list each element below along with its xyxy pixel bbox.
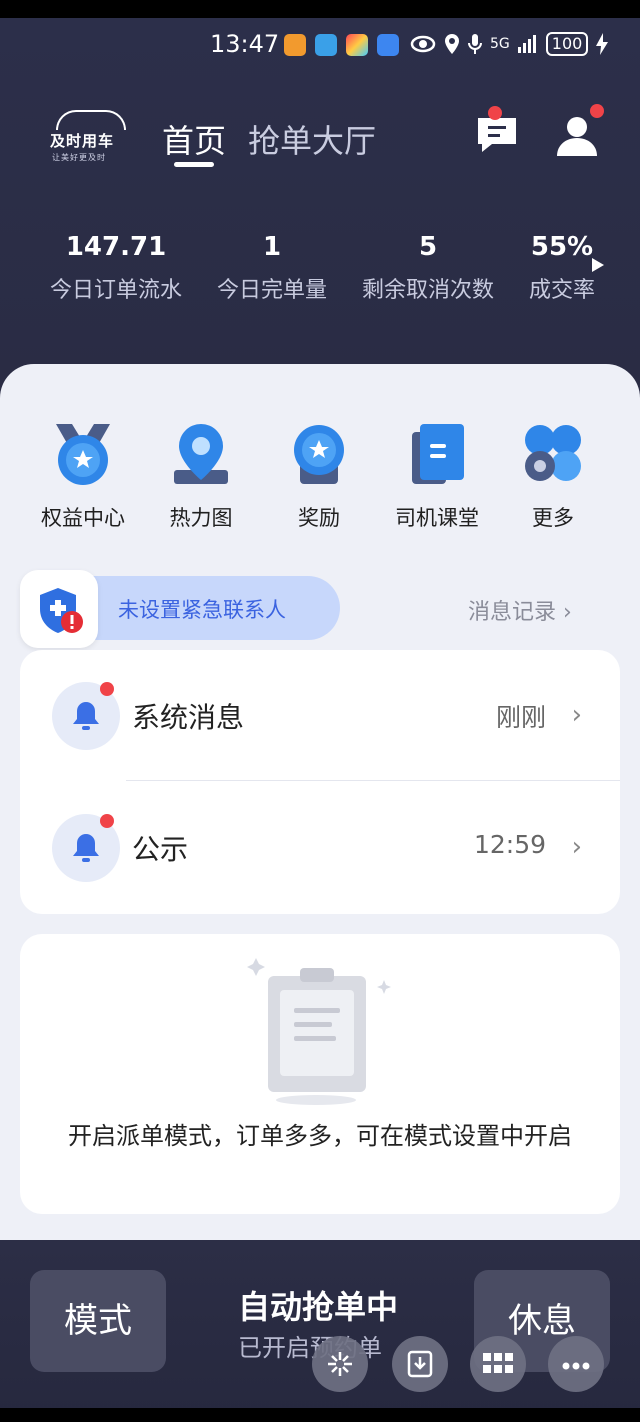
quick-action-benefits[interactable]: 权益中心: [28, 422, 138, 532]
grid-icon: [483, 1353, 513, 1373]
ellipsis-icon: [562, 1362, 590, 1370]
stat-daily-revenue[interactable]: 147.71 今日订单流水: [40, 232, 192, 304]
status-bar: 13:47 5G 100: [0, 30, 640, 64]
active-tab-indicator: [174, 162, 214, 167]
emergency-contact-pill[interactable]: 未设置紧急联系人: [60, 576, 340, 640]
profile-button[interactable]: [554, 104, 604, 158]
quick-action-label: 热力图: [169, 506, 233, 530]
car-outline-icon: [56, 110, 126, 130]
notification-dot: [590, 104, 604, 118]
stat-completed-orders[interactable]: 1 今日完单量: [208, 232, 336, 304]
emergency-contact-banner[interactable]: 未设置紧急联系人: [20, 570, 340, 648]
book-icon: [404, 422, 470, 488]
bell-icon: [52, 682, 120, 750]
quick-action-label: 权益中心: [41, 506, 125, 530]
signal-icon: [517, 35, 536, 53]
app-notification-icon: [315, 34, 337, 56]
quick-action-driver-class[interactable]: 司机课堂: [382, 422, 492, 532]
message-title: 公示: [132, 833, 189, 866]
dispatch-mode-hint: 开启派单模式，订单多多，可在模式设置中开启: [68, 1122, 572, 1150]
user-icon: [557, 117, 597, 156]
stat-label: 剩余取消次数: [361, 278, 494, 303]
quick-action-label: 奖励: [298, 506, 340, 530]
stat-value: 147.71: [65, 232, 167, 262]
bottom-action-bar: 模式 自动抢单中 已开启预约单 休息: [0, 1240, 640, 1422]
eye-icon: [410, 35, 436, 53]
brand-logo: 及时用车 让美好更及时: [50, 110, 130, 164]
more-apps-icon: [520, 422, 586, 488]
download-button[interactable]: [392, 1336, 448, 1392]
stat-value: 5: [418, 232, 438, 262]
tab-home-label: 首页: [162, 122, 227, 160]
list-item-announcement[interactable]: 公示 12:59 ›: [20, 782, 620, 914]
system-icons: 5G 100: [410, 32, 609, 56]
list-item-system-message[interactable]: 系统消息 刚刚 ›: [20, 650, 620, 782]
bell-icon: [52, 814, 120, 882]
quick-action-heatmap[interactable]: 热力图: [146, 422, 256, 532]
stat-cancel-remaining[interactable]: 5 剩余取消次数: [354, 232, 502, 304]
message-log-link[interactable]: 消息记录 ›: [468, 594, 572, 626]
bottom-black-strip: [0, 1408, 640, 1422]
stat-label: 今日订单流水: [49, 278, 182, 303]
award-badge-icon: [286, 422, 352, 488]
map-pin-icon: [168, 422, 234, 488]
shield-alert-icon: [40, 588, 83, 633]
quick-action-label: 更多: [532, 506, 574, 530]
quick-action-label: 司机课堂: [395, 506, 479, 530]
more-options-button[interactable]: [548, 1336, 604, 1392]
stat-label: 成交率: [528, 278, 595, 303]
main-panel: 权益中心 热力图 奖励 司机课堂 更多 未设置紧急联系人 消息记录 › 系统消息…: [0, 364, 640, 1244]
charging-icon: [596, 33, 609, 55]
search-app-icon: [377, 34, 399, 56]
grid-button[interactable]: [470, 1336, 526, 1392]
network-type: 5G: [490, 36, 510, 52]
app-notification-icon: [346, 34, 368, 56]
medal-star-icon: [50, 422, 116, 488]
brand-slogan: 让美好更及时: [52, 153, 106, 162]
emergency-contact-text: 未设置紧急联系人: [118, 598, 286, 622]
stat-value: 1: [262, 232, 282, 262]
sparkle-tool-button[interactable]: [312, 1336, 368, 1392]
download-icon: [407, 1350, 433, 1378]
notification-dot: [488, 106, 502, 120]
app-notification-icon: [284, 34, 306, 56]
emergency-shield-tile: [20, 570, 98, 648]
message-list-card: 系统消息 刚刚 › 公示 12:59 ›: [20, 650, 620, 914]
battery-indicator: 100: [545, 32, 589, 56]
notification-dot: [100, 682, 114, 696]
sparkle-icon: [328, 1352, 352, 1376]
auto-grab-status: 自动抢单中: [238, 1288, 399, 1326]
stat-label: 今日完单量: [216, 278, 327, 303]
status-time: 13:47: [210, 30, 280, 58]
top-black-strip: [0, 0, 640, 18]
message-time: 刚刚: [495, 703, 546, 732]
chevron-right-icon: ›: [571, 700, 582, 730]
divider: [126, 780, 620, 781]
location-icon: [445, 34, 459, 54]
clipboard-illustration-icon: [247, 958, 391, 1105]
tab-order-hall[interactable]: 抢单大厅: [248, 116, 376, 162]
header: [0, 18, 640, 390]
dispatch-mode-card: 开启派单模式，订单多多，可在模式设置中开启: [20, 934, 620, 1214]
messages-button[interactable]: [474, 106, 520, 158]
message-time: 12:59: [473, 830, 546, 859]
microphone-icon: [468, 34, 482, 54]
brand-name: 及时用车: [50, 132, 115, 150]
notification-icons: [284, 34, 399, 56]
tab-home[interactable]: 首页: [162, 116, 227, 167]
quick-action-rewards[interactable]: 奖励: [264, 422, 374, 532]
message-title: 系统消息: [132, 701, 245, 734]
play-arrow-icon[interactable]: [592, 258, 604, 272]
quick-action-more[interactable]: 更多: [498, 422, 608, 532]
tab-order-hall-label: 抢单大厅: [248, 122, 377, 160]
mode-button[interactable]: 模式: [30, 1270, 166, 1372]
chevron-right-icon: ›: [571, 832, 582, 862]
notification-dot: [100, 814, 114, 828]
